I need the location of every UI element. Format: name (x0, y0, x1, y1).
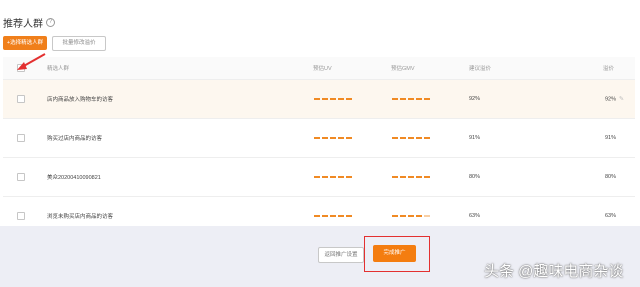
uv-level-bar (314, 137, 352, 139)
crowd-name: 店内商品放入购物车的访客 (47, 97, 114, 103)
premium-value: 92% (605, 96, 617, 103)
watermark-text: 头条 @趣味电商杂谈 (484, 263, 624, 280)
premium-value-wrap: 92% ✎ (605, 96, 624, 103)
premium-value[interactable]: 63% (605, 213, 616, 219)
row-checkbox[interactable] (17, 95, 25, 103)
annotation-highlight-box (364, 236, 430, 272)
suggest-premium: 92% (469, 96, 481, 102)
crowd-name: 购买过店内商品的访客 (47, 136, 103, 142)
row-checkbox[interactable] (17, 212, 25, 220)
edit-icon[interactable]: ✎ (619, 96, 624, 103)
suggest-premium: 91% (469, 135, 481, 141)
gmv-level-bar (392, 137, 430, 139)
crowd-table: 精选人群 预估UV 预估GMV 建议溢价 溢价 店内商品放入购物车的访客 92%… (3, 57, 635, 235)
col-header-premium: 溢价 (603, 66, 615, 72)
uv-level-bar (314, 176, 352, 178)
suggest-premium: 80% (469, 174, 481, 180)
help-icon[interactable]: ? (46, 18, 55, 27)
table-row[interactable]: 美众20200410090821 80% 80% (3, 157, 635, 196)
crowd-name: 浏览未购买店内商品的访客 (47, 214, 114, 220)
add-crowd-button[interactable]: +选择精选人群 (3, 36, 47, 50)
uv-level-bar (314, 98, 352, 100)
back-to-settings-button[interactable]: 返回推广设置 (318, 247, 364, 263)
section-title: 推荐人群 ? (3, 15, 55, 30)
row-checkbox[interactable] (17, 134, 25, 142)
annotation-arrow-icon (17, 53, 46, 70)
table-header: 精选人群 预估UV 预估GMV 建议溢价 溢价 (3, 57, 635, 79)
premium-value[interactable]: 91% (605, 135, 616, 141)
section-title-label: 推荐人群 (3, 19, 43, 30)
table-row[interactable]: 购买过店内商品的访客 91% 91% (3, 118, 635, 157)
gmv-level-bar (392, 98, 430, 100)
premium-value[interactable]: 80% (605, 174, 616, 180)
col-header-uv: 预估UV (313, 66, 332, 72)
crowd-name: 美众20200410090821 (47, 175, 101, 181)
col-header-suggest: 建议溢价 (469, 66, 492, 72)
suggest-premium: 63% (469, 213, 481, 219)
batch-edit-premium-button[interactable]: 批量修改溢价 (52, 36, 106, 51)
gmv-level-bar (392, 176, 430, 178)
uv-level-bar (314, 215, 352, 217)
col-header-gmv: 预估GMV (391, 66, 415, 72)
table-row[interactable]: 店内商品放入购物车的访客 92% 92% ✎ (3, 79, 635, 118)
row-checkbox[interactable] (17, 173, 25, 181)
gmv-level-bar (392, 215, 430, 217)
